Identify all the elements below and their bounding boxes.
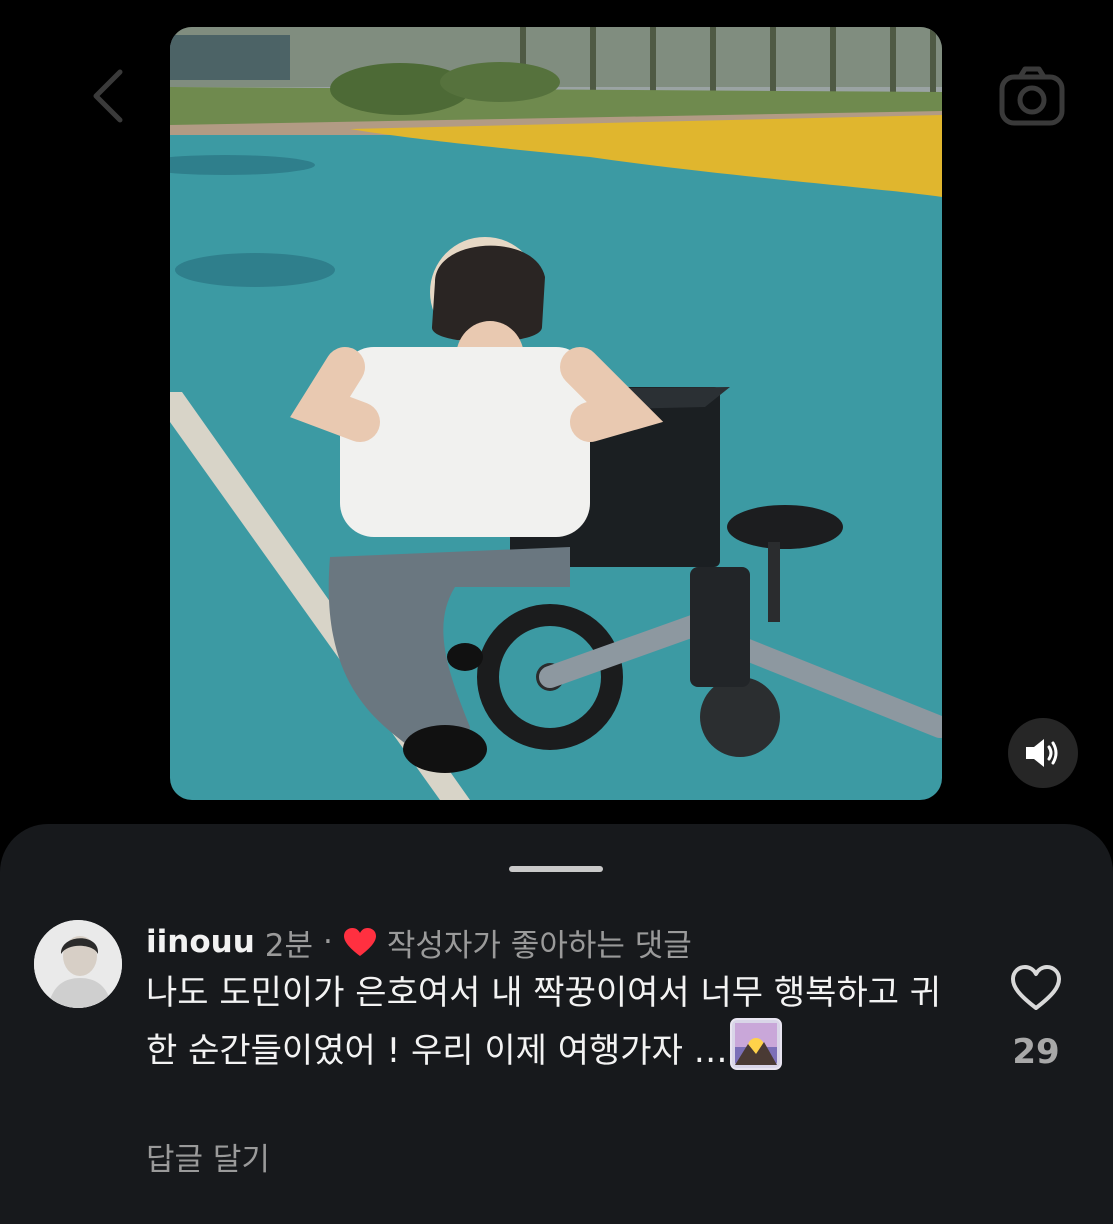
- comment-time: 2분: [264, 927, 314, 964]
- sound-toggle-button[interactable]: [1008, 718, 1078, 788]
- liked-by-author-label: 작성자가 좋아하는 댓글: [386, 927, 692, 964]
- comment-item: iinouu 2분 · 작성자가 좋아하는 댓글 나도 도민이가 은호여서 내 …: [0, 914, 1113, 1214]
- reply-button[interactable]: 답글 달기: [146, 1134, 270, 1179]
- heart-filled-icon: [343, 927, 377, 957]
- comment-meta: iinouu 2분 · 작성자가 좋아하는 댓글: [146, 920, 692, 964]
- comment-text: 나도 도민이가 은호여서 내 짝꿍이여서 너무 행복하고 귀한 순간들이였어 !…: [146, 968, 966, 1076]
- comment-like-count: 29: [1012, 1032, 1060, 1072]
- camera-icon: [999, 66, 1065, 126]
- meta-separator: ·: [323, 924, 333, 960]
- avatar-image: [34, 920, 122, 1008]
- sound-on-icon: [1026, 739, 1058, 767]
- chevron-left-icon: [93, 69, 123, 123]
- post-photo[interactable]: [170, 27, 942, 800]
- comment-like-button[interactable]: [1010, 964, 1062, 1016]
- comment-username[interactable]: iinouu: [146, 924, 255, 960]
- comments-sheet: iinouu 2분 · 작성자가 좋아하는 댓글 나도 도민이가 은호여서 내 …: [0, 824, 1113, 1224]
- sunrise-emoji-icon: [729, 1018, 782, 1070]
- post-photo-illustration: [170, 27, 942, 800]
- heart-outline-icon: [1011, 965, 1061, 1010]
- camera-button[interactable]: [996, 62, 1068, 130]
- comment-text-content: 나도 도민이가 은호여서 내 짝꿍이여서 너무 행복하고 귀한 순간들이였어 !…: [146, 973, 942, 1071]
- back-button[interactable]: [78, 64, 138, 128]
- avatar[interactable]: [34, 920, 122, 1008]
- sheet-drag-handle[interactable]: [509, 866, 603, 872]
